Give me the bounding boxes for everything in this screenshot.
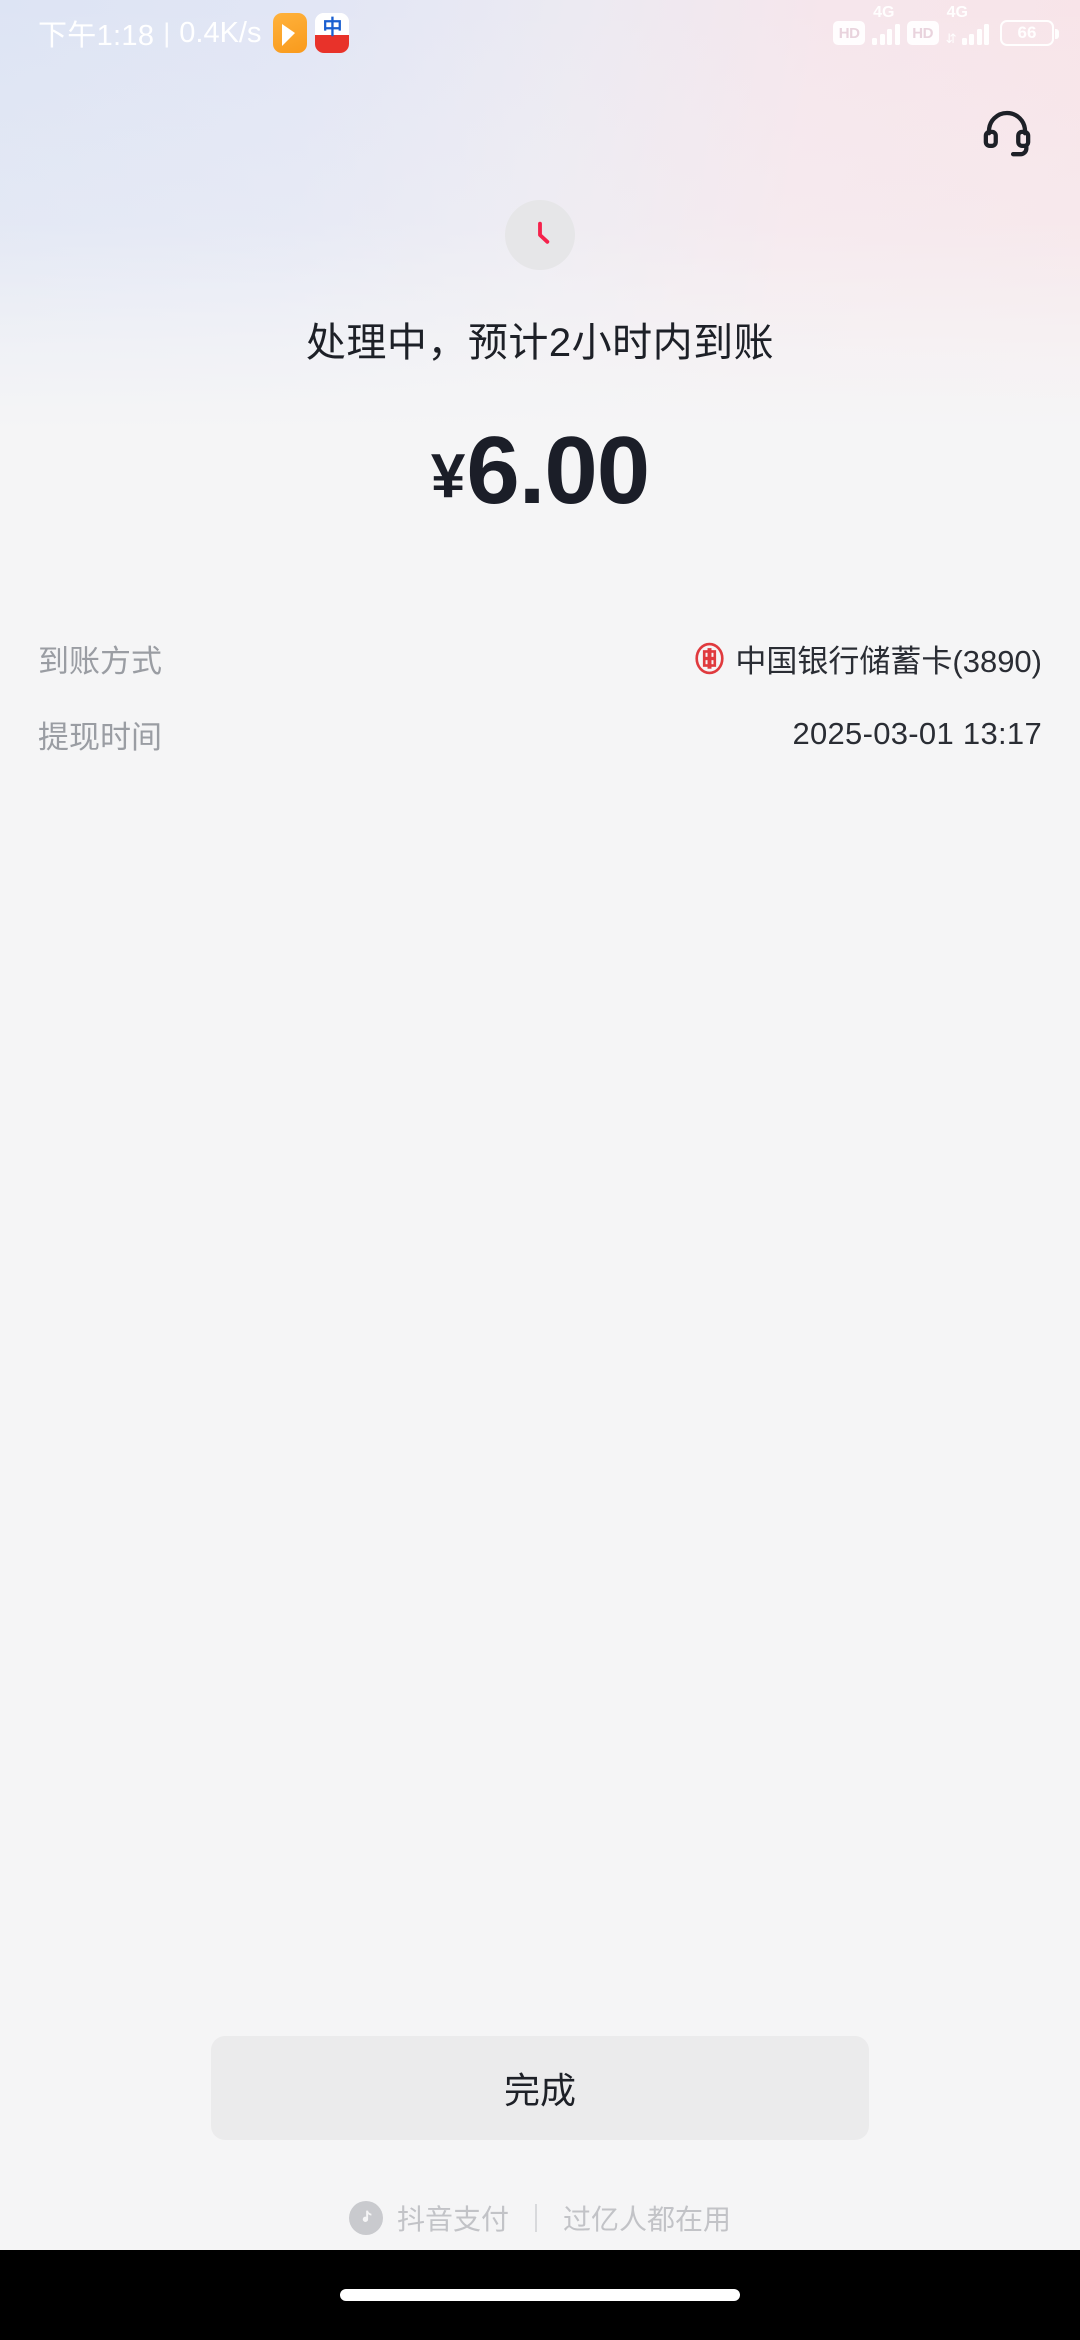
network-speed-text: 0.4K/s <box>179 16 262 49</box>
payment-brand-footer: 抖音支付 过亿人都在用 <box>0 2198 1080 2238</box>
sim2-network-label: 4G <box>946 4 968 21</box>
brand-name-text: 抖音支付 <box>396 2204 509 2235</box>
status-bar-left: 下午1:18 | 0.4K/s 中 <box>38 12 350 54</box>
customer-support-button[interactable] <box>976 100 1038 162</box>
sim2-hd-badge: HD <box>906 21 939 45</box>
detail-value-text: 2025-03-01 13:17 <box>792 716 1042 751</box>
brand-divider <box>535 2204 537 2232</box>
detail-label: 到账方式 <box>38 643 162 679</box>
sim1-hd-badge: HD <box>833 21 866 45</box>
bank-of-china-logo <box>695 642 724 674</box>
headset-icon <box>983 110 1031 157</box>
clock-icon <box>538 221 550 244</box>
status-bar-clock: 下午1:18 <box>38 20 155 52</box>
detail-row-withdraw-time: 提现时间 2025-03-01 13:17 <box>38 696 1042 772</box>
notification-app-icons: 中 <box>273 13 350 53</box>
transaction-status-title: 处理中，预计2小时内到账 <box>305 321 775 365</box>
sim1-signal-icon: 4G <box>872 4 900 45</box>
system-navigation-bar <box>0 2250 1080 2340</box>
currency-symbol: ¥ <box>430 442 465 511</box>
detail-value: 中国银行储蓄卡(3890) <box>693 636 1042 681</box>
bank-app-icon: 中 <box>315 13 350 53</box>
transaction-amount: ¥6.00 <box>0 418 1080 524</box>
note-app-icon <box>273 13 308 53</box>
sim2-signal-bars <box>961 21 989 45</box>
status-bar-separator: | <box>163 17 171 48</box>
brand-tagline-text: 过亿人都在用 <box>563 2204 732 2235</box>
music-note-glyph <box>362 2210 372 2223</box>
bank-app-icon-glyph: 中 <box>322 17 343 39</box>
processing-status-icon-wrapper <box>505 200 575 270</box>
amount-value: 6.00 <box>466 417 650 524</box>
done-button[interactable]: 完成 <box>211 2036 869 2140</box>
douyin-note-icon <box>348 2201 383 2235</box>
detail-row-payout-method: 到账方式 中国银行储蓄卡(3890) <box>38 620 1042 696</box>
sim1-network-label: 4G <box>873 4 895 21</box>
battery-level-text: 66 <box>1017 23 1037 42</box>
detail-value-text: 中国银行储蓄卡(3890) <box>735 643 1042 679</box>
sim1-signal-bars <box>872 21 900 45</box>
system-status-bar: 下午1:18 | 0.4K/s 中 HD 4G HD 4G ⇵ 66 <box>0 0 1080 66</box>
phone-screen: 下午1:18 | 0.4K/s 中 HD 4G HD 4G ⇵ 66 处理中，预… <box>0 0 1080 2340</box>
transaction-details-list: 到账方式 中国银行储蓄卡(3890) 提现时间 2025-03-01 13:17 <box>0 620 1080 772</box>
status-bar-right: HD 4G HD 4G ⇵ 66 <box>833 4 1059 46</box>
data-transfer-arrows-icon: ⇵ <box>945 31 957 46</box>
home-gesture-pill[interactable] <box>340 2289 740 2301</box>
battery-icon: 66 <box>1000 20 1059 46</box>
detail-label: 提现时间 <box>38 719 162 755</box>
sim2-signal-icon: 4G ⇵ <box>945 4 989 46</box>
